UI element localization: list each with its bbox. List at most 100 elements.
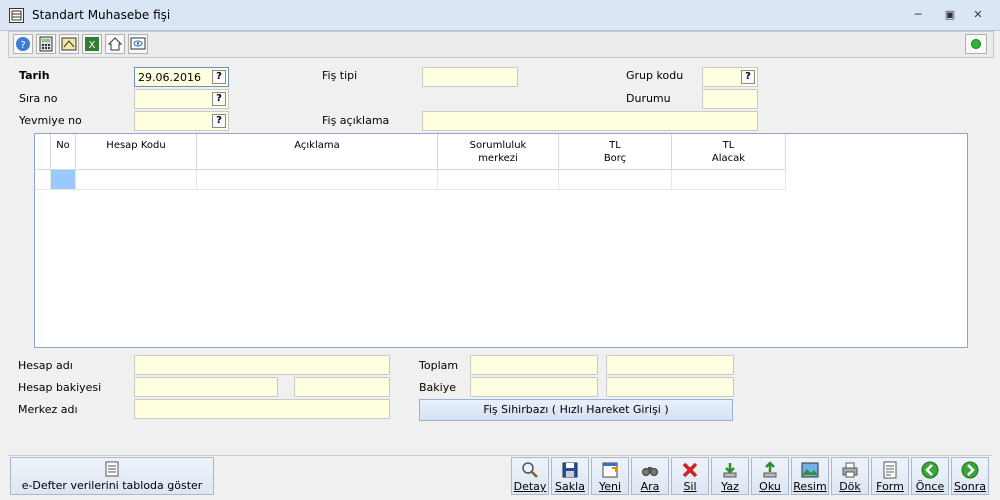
hesap-bakiyesi-label: Hesap bakiyesi xyxy=(18,381,102,394)
grup-kodu-lookup-button[interactable]: ? xyxy=(741,70,755,84)
fis-aciklama-input[interactable] xyxy=(422,111,758,131)
minimize-button[interactable]: ─ xyxy=(910,8,926,22)
bakiye-label: Bakiye xyxy=(419,381,456,394)
next-icon xyxy=(961,461,979,479)
sira-no-lookup-button[interactable]: ? xyxy=(212,92,226,106)
maximize-button[interactable]: ▣ xyxy=(942,8,958,22)
cell-aciklama[interactable] xyxy=(197,170,438,190)
fis-sihirbazi-button[interactable]: Fiş Sihirbazı ( Hızlı Hareket Girişi ) xyxy=(419,399,733,421)
form-button[interactable]: Form xyxy=(871,457,909,495)
view-icon xyxy=(130,37,146,50)
tarih-lookup-button[interactable]: ? xyxy=(212,70,226,84)
oku-button[interactable]: Oku xyxy=(751,457,789,495)
app-icon xyxy=(9,8,24,23)
form-icon xyxy=(883,461,897,479)
close-button[interactable]: ✕ xyxy=(970,8,986,22)
resim-label: Resim xyxy=(793,480,827,493)
write-icon xyxy=(723,463,737,478)
window-title: Standart Muhasebe fişi xyxy=(32,8,171,22)
help-button[interactable]: ? xyxy=(13,34,33,54)
toplam-borc-field xyxy=(470,355,598,375)
svg-text:X: X xyxy=(89,40,96,51)
durumu-label: Durumu xyxy=(626,92,671,105)
settings-button[interactable] xyxy=(59,34,79,54)
dok-label: Dök xyxy=(839,480,861,493)
binoculars-icon xyxy=(642,467,658,476)
ara-label: Ara xyxy=(640,480,660,493)
sakla-button[interactable]: Sakla xyxy=(551,457,589,495)
grid-indicator-header xyxy=(35,134,51,170)
print-icon xyxy=(842,462,858,478)
tarih-label: Tarih xyxy=(19,69,50,82)
detay-button[interactable]: Detay xyxy=(511,457,549,495)
home-button[interactable] xyxy=(105,34,125,54)
status-indicator xyxy=(965,34,987,54)
yeni-label: Yeni xyxy=(598,480,622,493)
once-label: Önce xyxy=(915,480,945,493)
yeni-button[interactable]: Yeni xyxy=(591,457,629,495)
excel-icon: X xyxy=(85,37,99,51)
grup-kodu-input[interactable]: ? xyxy=(702,67,758,87)
oku-label: Oku xyxy=(759,480,781,493)
merkez-adi-label: Merkez adı xyxy=(18,403,78,416)
read-icon xyxy=(763,461,777,478)
form-label: Form xyxy=(876,480,904,493)
cell-tl-alacak[interactable] xyxy=(672,170,786,190)
status-dot-icon xyxy=(971,39,981,49)
column-header-tl-borc[interactable]: TL Borç xyxy=(559,134,672,170)
resim-button[interactable]: Resim xyxy=(791,457,829,495)
excel-button[interactable]: X xyxy=(82,34,102,54)
new-document-icon xyxy=(602,462,618,478)
entries-grid[interactable]: No Hesap Kodu Açıklama Sorumluluk merkez… xyxy=(34,133,968,348)
calculator-button[interactable] xyxy=(36,34,56,54)
svg-text:?: ? xyxy=(20,40,25,51)
tarih-input[interactable]: 29.06.2016 ? xyxy=(134,67,229,87)
sil-label: Sil xyxy=(683,480,697,493)
sakla-label: Sakla xyxy=(555,480,585,493)
home-icon xyxy=(107,37,123,51)
cell-sorumluluk-merkezi[interactable] xyxy=(438,170,559,190)
yaz-button[interactable]: Yaz xyxy=(711,457,749,495)
toplam-label: Toplam xyxy=(419,359,459,372)
settings-icon xyxy=(61,37,77,51)
previous-icon xyxy=(921,461,939,479)
magnifier-icon xyxy=(522,462,538,478)
durumu-input[interactable] xyxy=(702,89,758,109)
column-header-hesap-kodu[interactable]: Hesap Kodu xyxy=(76,134,197,170)
once-button[interactable]: Önce xyxy=(911,457,949,495)
yevmiye-no-label: Yevmiye no xyxy=(19,114,82,127)
cell-tl-borc[interactable] xyxy=(559,170,672,190)
dok-button[interactable]: Dök xyxy=(831,457,869,495)
view-button[interactable] xyxy=(128,34,148,54)
sira-no-input[interactable]: ? xyxy=(134,89,229,109)
merkez-adi-field xyxy=(134,399,390,419)
tarih-value: 29.06.2016 xyxy=(138,71,201,84)
ara-button[interactable]: Ara xyxy=(631,457,669,495)
row-indicator[interactable] xyxy=(35,170,51,190)
column-header-sorumluluk-merkezi[interactable]: Sorumluluk merkezi xyxy=(438,134,559,170)
calculator-icon xyxy=(39,36,53,52)
fis-tipi-input[interactable] xyxy=(422,67,518,87)
document-icon xyxy=(105,461,119,477)
column-header-tl-alacak[interactable]: TL Alacak xyxy=(672,134,786,170)
save-icon xyxy=(562,462,578,478)
toplam-alacak-field xyxy=(606,355,734,375)
fis-aciklama-label: Fiş açıklama xyxy=(322,114,390,127)
picture-icon xyxy=(801,462,819,478)
hesap-bakiyesi-field xyxy=(134,377,278,397)
cell-hesap-kodu[interactable] xyxy=(76,170,197,190)
cell-no[interactable] xyxy=(51,170,76,190)
sil-button[interactable]: Sil xyxy=(671,457,709,495)
grup-kodu-label: Grup kodu xyxy=(626,69,684,82)
column-header-no[interactable]: No xyxy=(51,134,76,170)
hesap-bakiyesi-field-2 xyxy=(294,377,390,397)
yevmiye-no-input[interactable]: ? xyxy=(134,111,229,131)
fis-tipi-label: Fiş tipi xyxy=(322,69,358,82)
column-header-aciklama[interactable]: Açıklama xyxy=(197,134,438,170)
sonra-button[interactable]: Sonra xyxy=(951,457,989,495)
yevmiye-no-lookup-button[interactable]: ? xyxy=(212,114,226,128)
toolbar: ? X xyxy=(8,31,994,58)
edefter-button[interactable]: e-Defter verilerini tabloda göster xyxy=(10,457,214,495)
yaz-label: Yaz xyxy=(721,480,739,493)
bakiye-alacak-field xyxy=(606,377,734,397)
